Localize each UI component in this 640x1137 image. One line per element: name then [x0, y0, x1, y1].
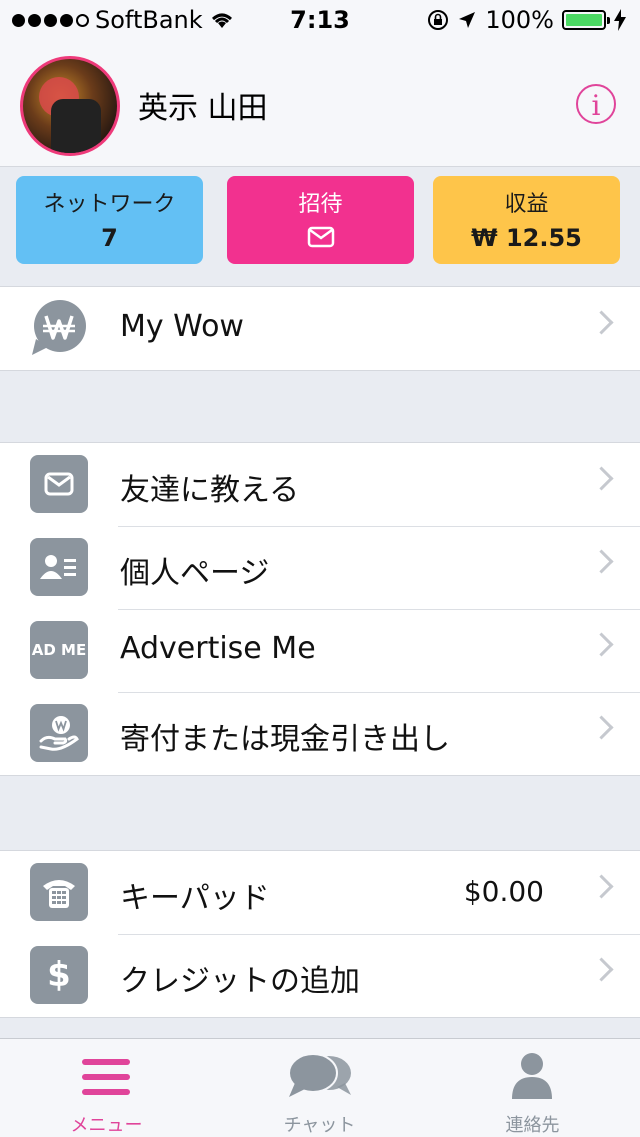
ad-me-icon: AD ME	[30, 621, 88, 679]
rotation-lock-icon	[428, 10, 449, 30]
menu-row-advertise-me[interactable]: AD ME Advertise Me	[0, 609, 640, 692]
battery-icon	[562, 10, 610, 30]
main-menu-section: 友達に教える 個人ページ AD ME Advertise Me 寄付または現金引…	[0, 442, 640, 776]
dollar-icon: $	[30, 946, 88, 1004]
stats-tiles: ネットワーク 7 招待 収益 ₩ 12.55	[0, 167, 640, 287]
tab-contacts-label: 連絡先	[505, 1115, 560, 1136]
chevron-right-icon	[589, 715, 614, 740]
tab-bar: メニュー チャット 連絡先	[0, 1038, 640, 1137]
earnings-label: 収益	[504, 192, 549, 217]
payment-menu-section: キーパッド $0.00 $ クレジットの追加	[0, 850, 640, 1018]
keypad-balance: $0.00	[463, 875, 544, 908]
profile-card-icon	[30, 538, 88, 596]
menu-row-personal-page[interactable]: 個人ページ	[0, 526, 640, 609]
tab-menu[interactable]: メニュー	[0, 1039, 213, 1137]
network-label: ネットワーク	[43, 192, 176, 217]
earnings-tile[interactable]: 収益 ₩ 12.55	[433, 176, 620, 264]
chevron-right-icon	[589, 310, 614, 335]
invite-tile[interactable]: 招待	[227, 176, 414, 264]
status-bar: SoftBank 7:13 100%	[0, 0, 640, 40]
phone-keypad-icon	[30, 863, 88, 921]
add-credit-label: クレジットの追加	[120, 964, 360, 999]
chevron-right-icon	[589, 549, 614, 574]
menu-row-keypad[interactable]: キーパッド $0.00	[0, 851, 640, 934]
tell-friends-label: 友達に教える	[120, 473, 300, 508]
envelope-icon	[307, 226, 334, 248]
chat-icon	[288, 1053, 351, 1097]
invite-label: 招待	[298, 192, 343, 217]
menu-row-donate-withdraw[interactable]: 寄付または現金引き出し	[0, 692, 640, 775]
tab-chat-label: チャット	[283, 1115, 356, 1136]
chevron-right-icon	[589, 466, 614, 491]
network-tile[interactable]: ネットワーク 7	[16, 176, 203, 264]
location-arrow-icon	[459, 12, 476, 28]
network-count: 7	[101, 224, 118, 252]
chevron-right-icon	[589, 632, 614, 657]
profile-header: 英示 山田 i	[0, 40, 640, 167]
earnings-value: ₩ 12.55	[471, 224, 582, 252]
tab-chat[interactable]: チャット	[213, 1039, 426, 1137]
contact-icon	[512, 1053, 552, 1099]
avatar[interactable]	[20, 56, 120, 156]
info-icon: i	[591, 89, 601, 122]
chevron-right-icon	[589, 957, 614, 982]
my-wow-label: My Wow	[120, 309, 244, 344]
hand-coin-icon	[30, 704, 88, 762]
my-wow-section: My Wow	[0, 286, 640, 371]
wow-logo-icon	[32, 300, 86, 355]
info-button[interactable]: i	[576, 84, 616, 124]
menu-icon	[82, 1059, 130, 1104]
charging-bolt-icon	[614, 9, 626, 31]
menu-row-my-wow[interactable]: My Wow	[0, 287, 640, 370]
chevron-right-icon	[589, 874, 614, 899]
tab-contacts[interactable]: 連絡先	[426, 1039, 639, 1137]
menu-row-add-credit[interactable]: $ クレジットの追加	[0, 934, 640, 1017]
tab-menu-label: メニュー	[70, 1115, 143, 1136]
envelope-icon	[30, 455, 88, 513]
menu-row-tell-friends[interactable]: 友達に教える	[0, 443, 640, 526]
profile-name: 英示 山田	[138, 91, 268, 126]
battery-percent: 100%	[485, 6, 554, 34]
status-right: 100%	[427, 6, 626, 34]
personal-page-label: 個人ページ	[120, 556, 270, 591]
keypad-label: キーパッド	[120, 881, 270, 916]
advertise-me-label: Advertise Me	[120, 631, 316, 666]
donate-withdraw-label: 寄付または現金引き出し	[120, 722, 450, 757]
